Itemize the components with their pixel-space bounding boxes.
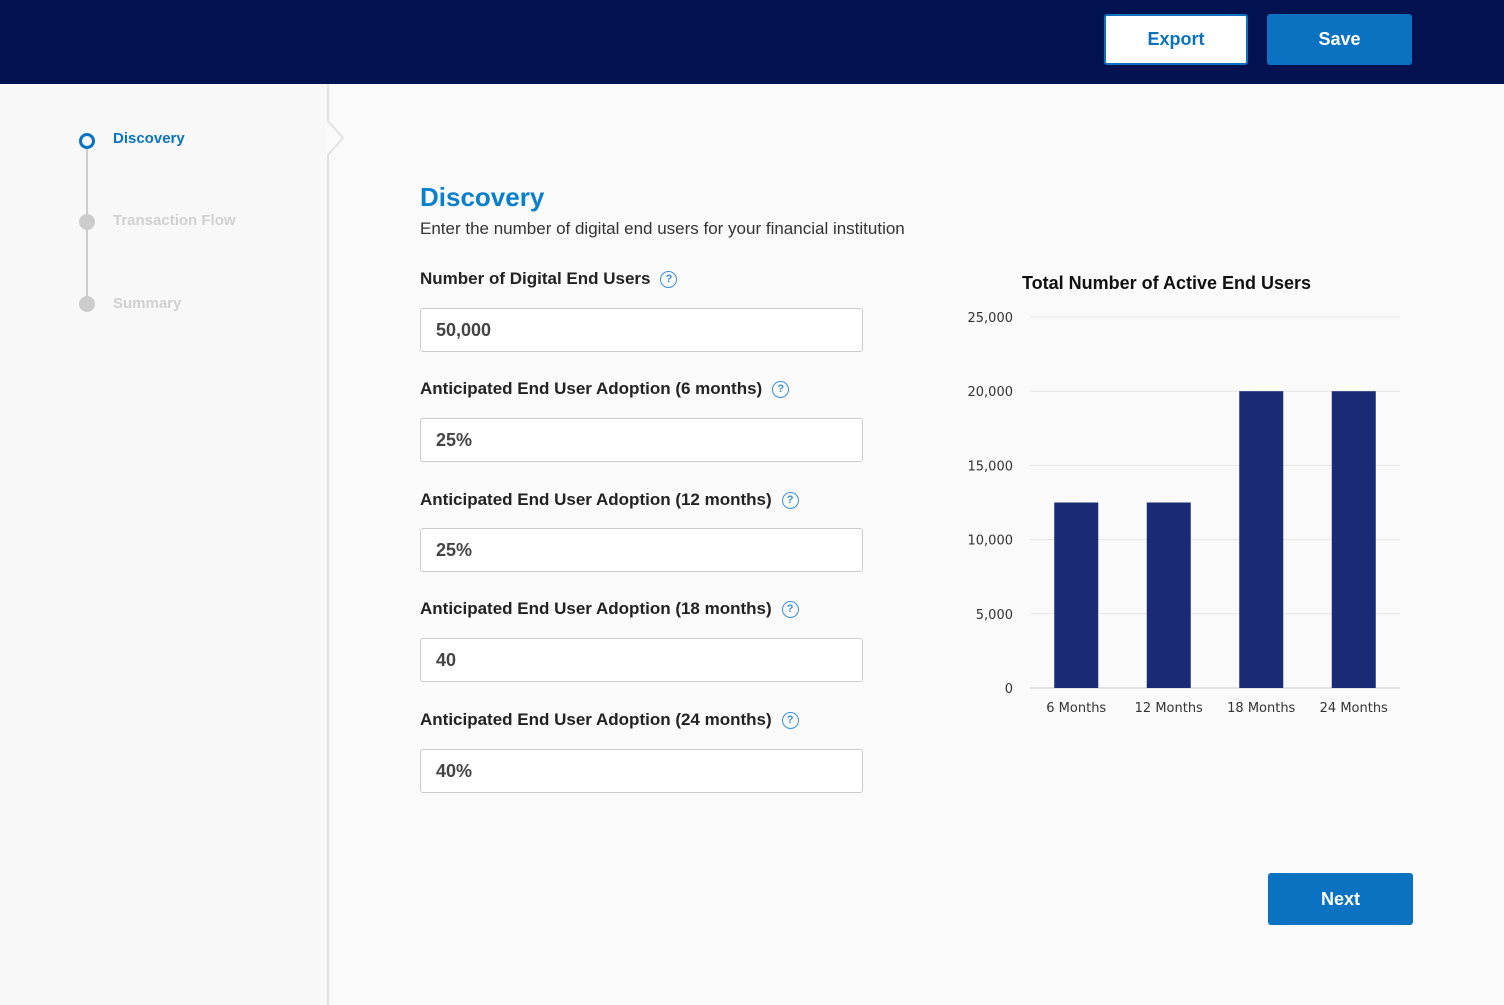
bar [1331, 391, 1376, 688]
y-tick-label: 5,000 [976, 608, 1013, 623]
y-tick-label: 20,000 [968, 385, 1014, 400]
y-tick-label: 10,000 [968, 534, 1014, 549]
bar [1239, 391, 1284, 688]
bar [1054, 502, 1099, 688]
bar [1146, 502, 1191, 688]
bar-chart: 0 5,000 10,000 15,000 20,000 25,000 6 Months 12… [968, 311, 1400, 716]
next-button[interactable]: Next [1268, 873, 1413, 925]
x-tick-label: 24 Months [1320, 701, 1388, 716]
x-tick-label: 12 Months [1135, 701, 1203, 716]
x-tick-label: 18 Months [1227, 701, 1295, 716]
y-tick-label: 25,000 [968, 311, 1014, 326]
y-tick-label: 0 [1005, 682, 1013, 697]
y-tick-label: 15,000 [968, 459, 1014, 474]
x-tick-label: 6 Months [1046, 701, 1106, 716]
